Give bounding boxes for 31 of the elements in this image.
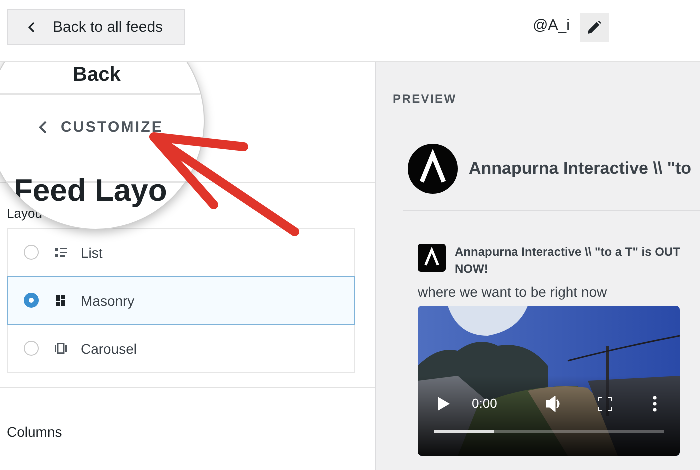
avatar-icon: [408, 144, 458, 194]
chevron-icon: [28, 22, 35, 32]
edit-button[interactable]: [580, 13, 609, 42]
layout-option[interactable]: Carousel: [7, 324, 355, 373]
post-caption: where we want to be right now: [418, 284, 608, 300]
back-button[interactable]: Back to all feeds: [7, 9, 185, 45]
play-icon[interactable]: [438, 397, 450, 411]
fullscreen-icon[interactable]: [598, 397, 612, 411]
volume-icon[interactable]: [546, 396, 562, 412]
pencil-icon: [588, 21, 601, 34]
avatar-icon: [418, 244, 446, 272]
carousel-icon: [55, 343, 67, 354]
more-icon[interactable]: [653, 396, 657, 412]
chevron-icon: [39, 121, 47, 134]
magnified-heading: Feed Layo: [14, 173, 168, 209]
list-icon: [55, 247, 67, 258]
radio-button[interactable]: [24, 341, 39, 356]
layout-option[interactable]: List: [7, 228, 355, 277]
account-handle: @A_i: [533, 17, 570, 34]
layout-option[interactable]: Masonry: [7, 276, 355, 325]
progress-bar[interactable]: [434, 430, 664, 433]
preview-title: PREVIEW: [393, 92, 458, 106]
feed-name: Annapurna Interactive \\ "to: [469, 159, 692, 179]
columns-label: Columns: [6, 423, 64, 440]
grid-icon: [55, 295, 67, 306]
radio-button[interactable]: [24, 293, 39, 308]
video-time: 0:00: [472, 396, 498, 411]
customize-link[interactable]: CUSTOMIZE: [61, 119, 164, 136]
magnified-text: Back: [73, 64, 121, 87]
radio-button[interactable]: [24, 245, 39, 260]
post-title: Annapurna Interactive \\ "to a T" is OUT NOW!: [455, 244, 682, 278]
